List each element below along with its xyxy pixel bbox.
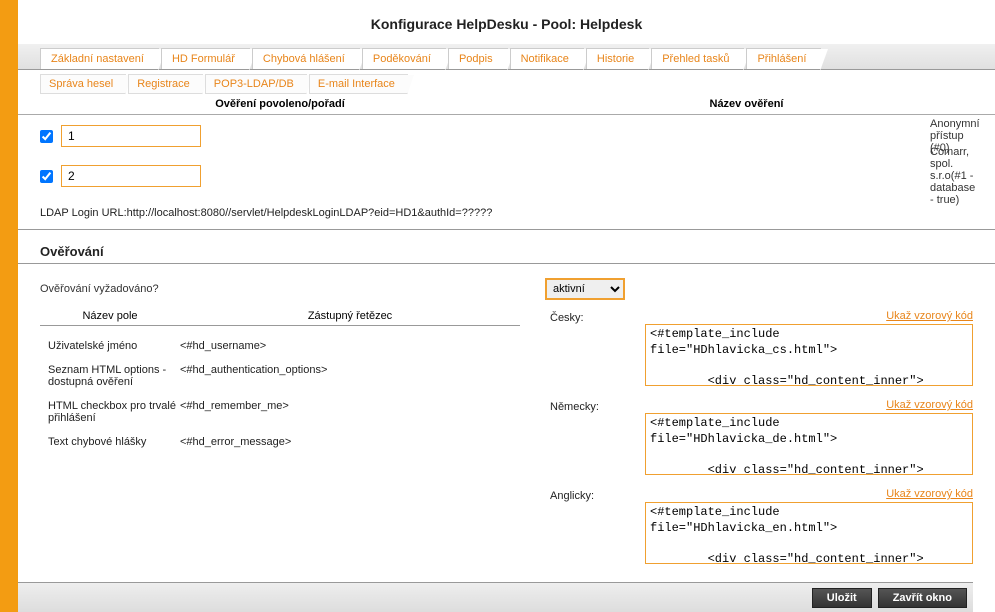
field-placeholder: <#hd_authentication_options> <box>180 364 520 388</box>
template-block-en: Anglicky: Ukaž vzorový kód <box>550 488 973 567</box>
fields-table: Název pole Zástupný řetězec Uživatelské … <box>40 310 520 577</box>
field-name: Uživatelské jméno <box>40 340 180 352</box>
header-order: Ověření povoleno/pořadí <box>40 98 520 110</box>
main-tabs: Základní nastavení HD Formulář Chybová h… <box>18 44 995 70</box>
auth-row: Anonymní přístup (#0) <box>40 125 973 147</box>
page-title: Konfigurace HelpDesku - Pool: Helpdesk <box>18 0 995 44</box>
ldap-url-text: LDAP Login URL:http://localhost:8080//se… <box>18 205 995 230</box>
tab-hd-formular[interactable]: HD Formulář <box>161 48 250 69</box>
auth-checkbox-1[interactable] <box>40 170 53 183</box>
field-placeholder: <#hd_remember_me> <box>180 400 520 424</box>
subtab-registrace[interactable]: Registrace <box>128 74 203 94</box>
sub-tabs: Správa hesel Registrace POP3-LDAP/DB E-m… <box>18 70 995 96</box>
column-headers: Ověření povoleno/pořadí Název ověření <box>18 96 995 115</box>
template-label-cs: Česky: <box>550 310 645 324</box>
template-label-en: Anglicky: <box>550 488 645 502</box>
tab-prihlaseni[interactable]: Přihlášení <box>746 48 821 69</box>
template-block-cs: Česky: Ukaž vzorový kód <box>550 310 973 389</box>
auth-name-1: Comarr, spol. s.r.o(#1 - database - true… <box>930 146 975 206</box>
required-select[interactable]: aktivní <box>545 278 625 300</box>
tab-podekovani[interactable]: Poděkování <box>362 48 446 69</box>
template-textarea-en[interactable] <box>645 502 973 564</box>
fields-area: Název pole Zástupný řetězec Uživatelské … <box>18 310 995 577</box>
show-sample-link-en[interactable]: Ukaž vzorový kód <box>645 488 973 500</box>
field-row: Uživatelské jméno <#hd_username> <box>40 334 520 358</box>
required-label: Ověřování vyžadováno? <box>40 283 545 295</box>
side-accent <box>0 0 18 612</box>
template-block-de: Německy: Ukaž vzorový kód <box>550 399 973 478</box>
required-row: Ověřování vyžadováno? aktivní <box>18 274 995 310</box>
show-sample-link-de[interactable]: Ukaž vzorový kód <box>645 399 973 411</box>
field-name: Text chybové hlášky <box>40 436 180 448</box>
tab-prehled[interactable]: Přehled tasků <box>651 48 744 69</box>
auth-order-input-1[interactable] <box>61 165 201 187</box>
field-placeholder: <#hd_error_message> <box>180 436 520 448</box>
field-row: Text chybové hlášky <#hd_error_message> <box>40 430 520 454</box>
footer-bar: Uložit Zavřít okno <box>18 582 973 612</box>
field-row: HTML checkbox pro trvalé přihlášení <#hd… <box>40 394 520 430</box>
field-name: Seznam HTML options - dostupná ověření <box>40 364 180 388</box>
section-heading: Ověřování <box>18 230 995 264</box>
app-window: Konfigurace HelpDesku - Pool: Helpdesk Z… <box>0 0 995 612</box>
templates-column: Česky: Ukaž vzorový kód Německy: Ukaž vz… <box>550 310 973 577</box>
field-placeholder: <#hd_username> <box>180 340 520 352</box>
field-row: Seznam HTML options - dostupná ověření <… <box>40 358 520 394</box>
tab-notifikace[interactable]: Notifikace <box>510 48 584 69</box>
tab-chybova[interactable]: Chybová hlášení <box>252 48 360 69</box>
auth-checkbox-0[interactable] <box>40 130 53 143</box>
field-header-name: Název pole <box>40 310 180 322</box>
tab-historie[interactable]: Historie <box>586 48 649 69</box>
auth-rows: Anonymní přístup (#0) Comarr, spol. s.r.… <box>18 115 995 187</box>
tab-podpis[interactable]: Podpis <box>448 48 508 69</box>
tab-zakladni[interactable]: Základní nastavení <box>40 48 159 69</box>
subtab-email[interactable]: E-mail Interface <box>309 74 408 94</box>
subtab-pop3[interactable]: POP3-LDAP/DB <box>205 74 307 94</box>
subtab-sprava-hesel[interactable]: Správa hesel <box>40 74 126 94</box>
close-button[interactable]: Zavřít okno <box>878 588 967 608</box>
header-name: Název ověření <box>520 98 973 110</box>
template-label-de: Německy: <box>550 399 645 413</box>
template-textarea-de[interactable] <box>645 413 973 475</box>
field-header-placeholder: Zástupný řetězec <box>180 310 520 322</box>
auth-order-input-0[interactable] <box>61 125 201 147</box>
template-textarea-cs[interactable] <box>645 324 973 386</box>
show-sample-link-cs[interactable]: Ukaž vzorový kód <box>645 310 973 322</box>
field-name: HTML checkbox pro trvalé přihlášení <box>40 400 180 424</box>
save-button[interactable]: Uložit <box>812 588 872 608</box>
auth-row: Comarr, spol. s.r.o(#1 - database - true… <box>40 165 973 187</box>
